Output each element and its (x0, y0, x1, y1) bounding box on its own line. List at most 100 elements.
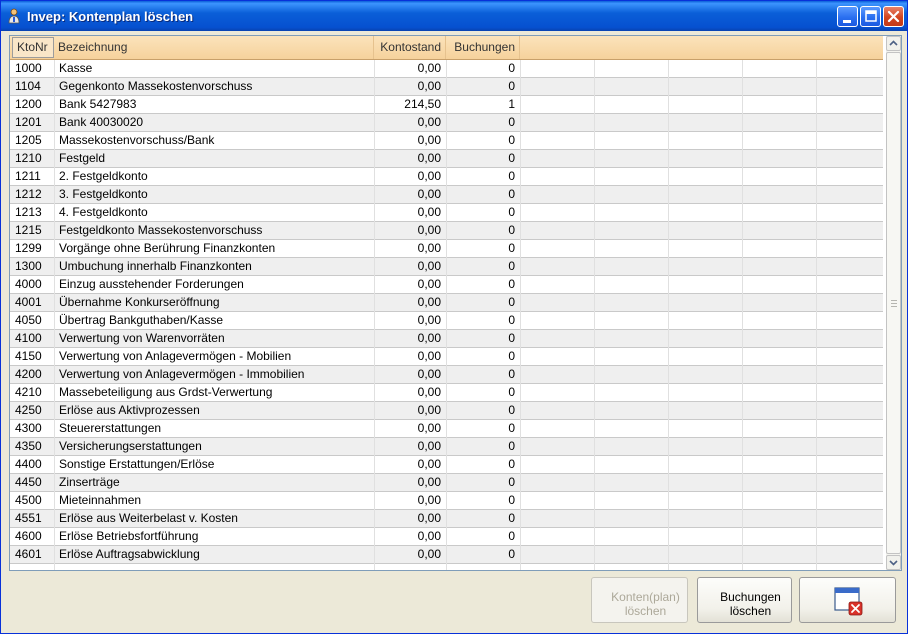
cell-ktonr: 4200 (15, 367, 42, 381)
cell-buchungen: 0 (508, 403, 515, 417)
scroll-thumb[interactable] (886, 52, 901, 554)
delete-bookings-label-2: löschen (729, 604, 772, 618)
cell-ktonr: 1201 (15, 115, 42, 129)
cell-kontostand: 0,00 (417, 151, 441, 165)
cell-bezeichnung: Bank 5427983 (59, 97, 137, 111)
cell-kontostand: 0,00 (417, 61, 441, 75)
cell-kontostand: 0,00 (417, 115, 441, 129)
cell-bezeichnung: Versicherungserstattungen (59, 439, 202, 453)
cell-ktonr: 1104 (15, 79, 41, 93)
column-header-buchungen[interactable]: Buchungen (446, 36, 520, 59)
column-header-ktonr[interactable]: KtoNr (12, 37, 54, 58)
cell-buchungen: 0 (508, 331, 515, 345)
cell-kontostand: 0,00 (417, 277, 441, 291)
cell-bezeichnung: Erlöse aus Aktivprozessen (59, 403, 200, 417)
cell-ktonr: 4210 (15, 385, 42, 399)
cell-kontostand: 0,00 (417, 241, 441, 255)
cell-bezeichnung: Übernahme Konkurseröffnung (59, 295, 220, 309)
cell-ktonr: 4250 (15, 403, 42, 417)
delete-accounts-button[interactable]: Konten(plan) löschen (591, 577, 688, 623)
column-divider (374, 60, 375, 570)
column-divider (520, 60, 521, 570)
cell-bezeichnung: 2. Festgeldkonto (59, 169, 148, 183)
thumb-grip (891, 306, 897, 307)
scroll-down-button[interactable] (886, 555, 901, 570)
cell-bezeichnung: Erlöse Auftragsabwicklung (59, 547, 200, 561)
cell-kontostand: 0,00 (417, 421, 441, 435)
maximize-button[interactable] (860, 6, 881, 27)
column-divider (668, 60, 669, 570)
cell-kontostand: 0,00 (417, 205, 441, 219)
cell-bezeichnung: Umbuchung innerhalb Finanzkonten (59, 259, 252, 273)
cell-kontostand: 0,00 (417, 313, 441, 327)
column-header-kontostand[interactable]: Kontostand (374, 36, 446, 59)
cell-bezeichnung: Erlöse Betriebsfortführung (59, 529, 199, 543)
cell-bezeichnung: Kasse (59, 61, 93, 75)
close-button[interactable] (883, 6, 904, 27)
cell-kontostand: 0,00 (417, 169, 441, 183)
cell-ktonr: 4350 (15, 439, 42, 453)
cell-bezeichnung: Sonstige Erstattungen/Erlöse (59, 457, 215, 471)
cell-buchungen: 0 (508, 529, 515, 543)
cell-kontostand: 0,00 (417, 367, 441, 381)
cell-kontostand: 0,00 (417, 529, 441, 543)
cell-bezeichnung: Einzug ausstehender Forderungen (59, 277, 244, 291)
cell-kontostand: 0,00 (417, 403, 441, 417)
cell-ktonr: 4050 (15, 313, 42, 327)
cell-buchungen: 0 (508, 493, 515, 507)
cell-bezeichnung: Gegenkonto Massekostenvorschuss (59, 79, 253, 93)
app-icon (8, 8, 20, 24)
cell-buchungen: 0 (508, 205, 515, 219)
cell-buchungen: 0 (508, 295, 515, 309)
cell-buchungen: 0 (508, 79, 515, 93)
delete-accounts-label-1: Konten(plan) (611, 590, 680, 604)
cell-ktonr: 4100 (15, 331, 42, 345)
cell-buchungen: 0 (508, 277, 515, 291)
window-title: Invep: Kontenplan löschen (27, 9, 194, 24)
delete-bookings-button[interactable]: Buchungen löschen (697, 577, 792, 623)
cell-bezeichnung: Übertrag Bankguthaben/Kasse (59, 313, 224, 327)
cell-bezeichnung: Verwertung von Anlagevermögen - Immobili… (59, 367, 305, 381)
cell-bezeichnung: Vorgänge ohne Berührung Finanzkonten (59, 241, 276, 255)
title-bar[interactable]: Invep: Kontenplan löschen (1, 1, 907, 31)
cell-bezeichnung: Festgeldkonto Massekostenvorschuss (59, 223, 263, 237)
cell-kontostand: 0,00 (417, 493, 441, 507)
column-divider (446, 60, 447, 570)
scroll-up-button[interactable] (886, 36, 901, 51)
vertical-scrollbar[interactable] (886, 36, 901, 570)
column-header-bezeichnung[interactable]: Bezeichnung (54, 36, 374, 59)
main-window: Invep: Kontenplan löschen KtoNr Bezeichn… (0, 0, 908, 634)
accounts-table: KtoNr Bezeichnung Kontostand Buchungen 1… (9, 35, 902, 571)
cell-kontostand: 0,00 (417, 295, 441, 309)
minimize-icon (843, 20, 851, 23)
table-header: KtoNr Bezeichnung Kontostand Buchungen (10, 36, 883, 60)
chevron-up-icon (889, 40, 898, 46)
cell-ktonr: 1200 (15, 97, 42, 111)
cell-ktonr: 1215 (15, 223, 42, 237)
chevron-down-icon (889, 560, 898, 566)
cell-buchungen: 0 (508, 385, 515, 399)
cell-ktonr: 4400 (15, 457, 42, 471)
cell-kontostand: 0,00 (417, 223, 441, 237)
cell-bezeichnung: Erlöse aus Weiterbelast v. Kosten (59, 511, 238, 525)
cell-ktonr: 1205 (15, 133, 42, 147)
cell-ktonr: 1212 (15, 187, 42, 201)
cell-ktonr: 4001 (15, 295, 42, 309)
cell-ktonr: 4500 (15, 493, 42, 507)
cell-ktonr: 1299 (15, 241, 42, 255)
cell-bezeichnung: Massebeteiligung aus Grdst-Verwertung (59, 385, 273, 399)
thumb-grip (891, 303, 897, 304)
close-window-button[interactable] (799, 577, 896, 623)
cell-buchungen: 0 (508, 241, 515, 255)
cell-ktonr: 4300 (15, 421, 42, 435)
cell-bezeichnung: Mieteinnahmen (59, 493, 142, 507)
cell-buchungen: 0 (508, 313, 515, 327)
cell-ktonr: 4000 (15, 277, 42, 291)
minimize-button[interactable] (837, 6, 858, 27)
cell-kontostand: 0,00 (417, 475, 441, 489)
cell-buchungen: 0 (508, 547, 515, 561)
cell-buchungen: 0 (508, 259, 515, 273)
cell-ktonr: 1211 (15, 169, 41, 183)
column-divider (594, 60, 595, 570)
cell-kontostand: 0,00 (417, 79, 441, 93)
